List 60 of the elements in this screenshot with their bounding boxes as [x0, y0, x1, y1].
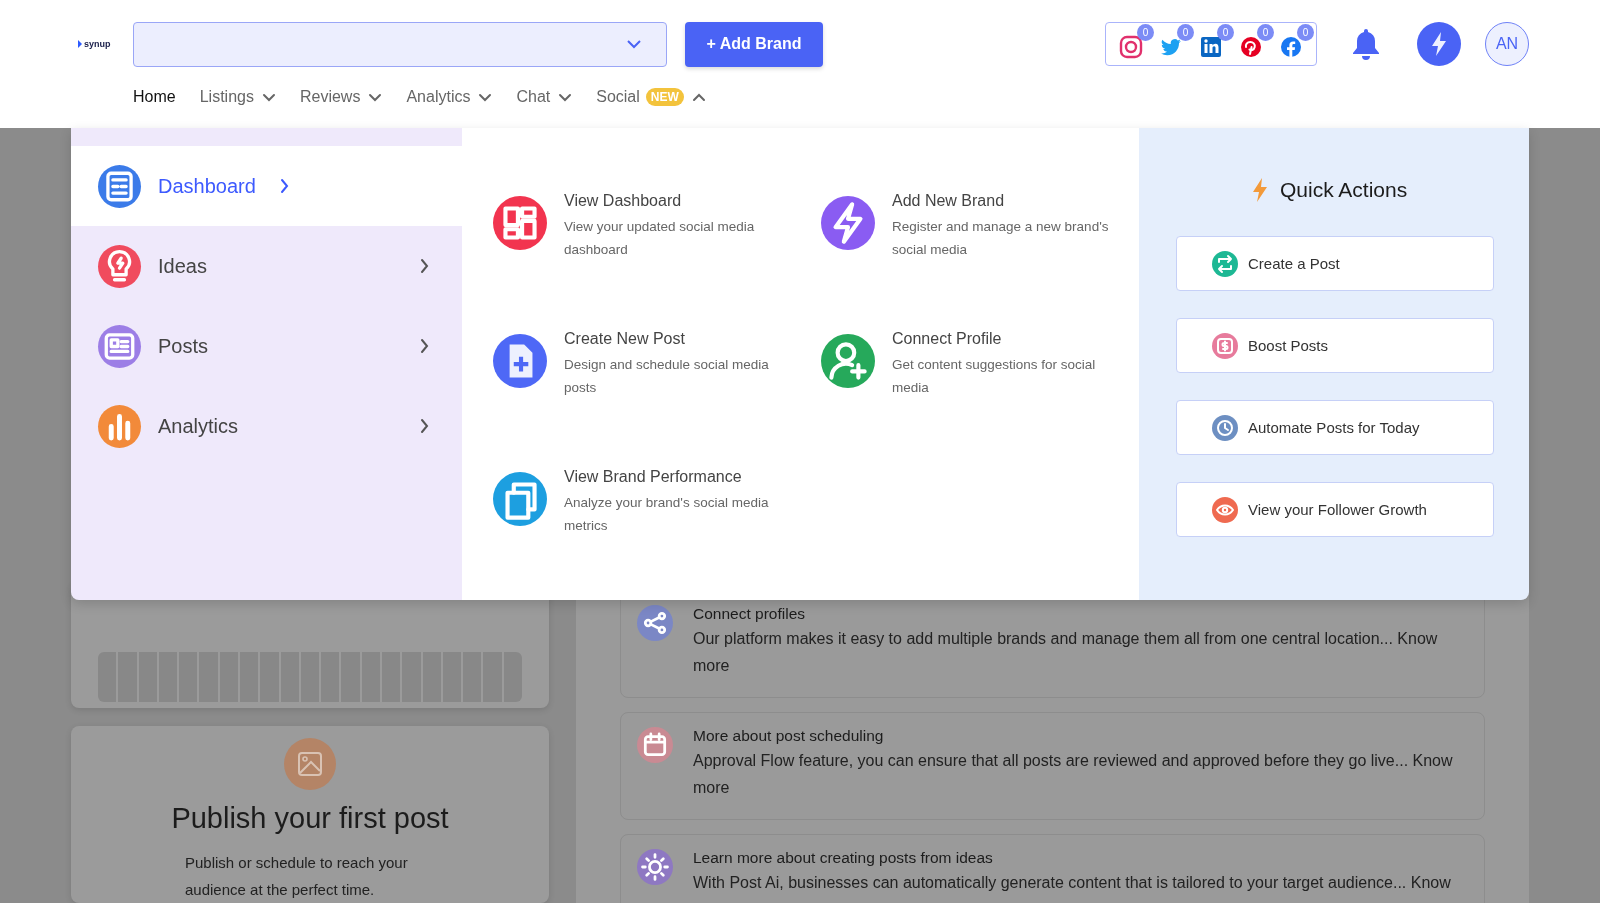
link-description: Design and schedule social media posts — [564, 356, 770, 397]
caret-icon — [626, 39, 642, 49]
logo[interactable]: synup — [84, 39, 111, 49]
nav-link[interactable]: Reviews — [299, 88, 383, 106]
count-badge: 0 — [1297, 24, 1314, 41]
link-description: View your updated social media dashboard — [564, 218, 756, 259]
tip-description: Approval Flow feature, you can ensure that all posts are reviewed and approved before they go live... Know more — [693, 751, 1454, 798]
link-description: Analyze your brand's social media metrics — [564, 494, 770, 535]
tip-title: Learn more about creating posts from ideas — [693, 848, 994, 868]
nav-link[interactable]: Analytics — [406, 88, 493, 106]
menu-section-item[interactable]: Analytics — [71, 386, 462, 466]
card-title: Publish your first post — [171, 802, 449, 835]
logo-icon — [78, 40, 82, 48]
count-badge: 0 — [1257, 24, 1274, 41]
section-label: Ideas — [158, 254, 207, 278]
nav-link[interactable]: Home — [133, 88, 176, 106]
menu-section-item[interactable]: Dashboard — [71, 146, 462, 226]
menu-link[interactable]: View Dashboard — [564, 190, 804, 212]
add-brand-button[interactable]: + Add Brand — [685, 21, 823, 67]
menu-section-item[interactable]: Ideas — [71, 226, 462, 306]
quick-action-button[interactable]: Boost Posts — [1176, 318, 1494, 373]
chevron-right-icon — [420, 338, 429, 354]
quick-action-button[interactable]: Create a Post — [1176, 236, 1494, 291]
instagram-icon[interactable] — [1118, 34, 1144, 60]
card-description: Publish or schedule to reach your audience at the perfect time. — [185, 853, 409, 900]
chevron-right-icon — [420, 418, 429, 434]
tip-title: Connect profiles — [693, 604, 806, 624]
user-avatar[interactable]: AN — [1485, 22, 1529, 66]
quick-action-button[interactable]: Automate Posts for Today — [1176, 400, 1494, 455]
quick-action-button[interactable]: View your Follower Growth — [1176, 482, 1494, 537]
nav-link[interactable]: Listings — [199, 88, 276, 106]
new-badge: NEW — [645, 88, 684, 106]
nav-link[interactable]: Social NEW — [596, 88, 706, 106]
linkedin-icon[interactable] — [1198, 34, 1224, 60]
section-label: Posts — [158, 334, 209, 358]
menu-link[interactable]: Add New Brand — [892, 190, 1132, 212]
section-label: Analytics — [158, 414, 239, 438]
count-badge: 0 — [1217, 24, 1234, 41]
menu-link[interactable]: Connect Profile — [892, 328, 1132, 350]
chevron-right-icon — [420, 258, 429, 274]
count-badge: 0 — [1177, 24, 1194, 41]
bolt-icon — [1252, 178, 1268, 202]
link-description: Get content suggestions for social media — [892, 356, 1097, 397]
menu-link[interactable]: View Brand Performance — [564, 466, 804, 488]
menu-link[interactable]: Create New Post — [564, 328, 804, 350]
bolt-button[interactable] — [1417, 22, 1461, 66]
notification-bell-icon[interactable] — [1351, 28, 1381, 60]
quick-actions-title: Quick Actions — [1280, 178, 1408, 202]
tip-description: Our platform makes it easy to add multiple brands and manage them all from one central location... Know more — [693, 629, 1439, 676]
nav-link[interactable]: Chat — [516, 88, 573, 106]
menu-section-item[interactable]: Posts — [71, 306, 462, 386]
count-badge: 0 — [1137, 24, 1154, 41]
tip-description: With Post Ai, businesses can automatically generate content that is tailored to your target audience... Know — [693, 873, 1451, 893]
tip-title: More about post scheduling — [693, 726, 885, 746]
image-icon — [284, 738, 336, 790]
section-label: Dashboard — [158, 174, 256, 198]
link-description: Register and manage a new brand's social media — [892, 218, 1110, 259]
facebook-icon[interactable] — [1278, 34, 1304, 60]
chevron-right-icon — [279, 178, 289, 194]
pinterest-icon[interactable] — [1238, 34, 1264, 60]
